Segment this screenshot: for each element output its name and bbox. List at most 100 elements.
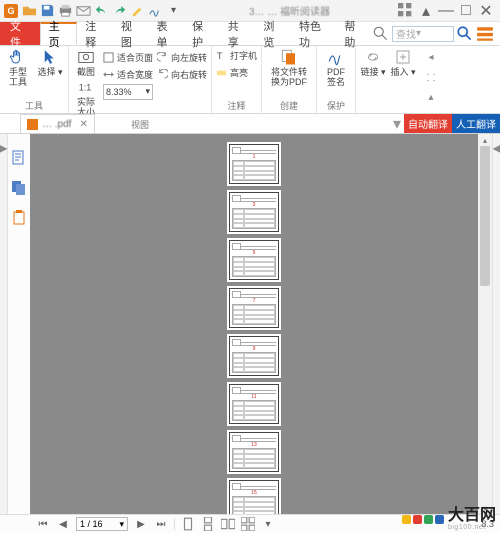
main-area: ▸ 13579111315 ▴ ▾ ◂ <box>0 134 500 514</box>
tab-baohu[interactable]: 保护 <box>184 22 220 45</box>
ribbon-expand-icon[interactable]: ▴ <box>423 89 439 105</box>
view-contfacing-icon[interactable] <box>241 517 255 531</box>
search-input[interactable]: 查找▾ <box>392 26 454 42</box>
insert-tool[interactable]: 插入 ▾ <box>390 48 416 77</box>
highlight-tool[interactable]: 高亮 <box>216 65 248 80</box>
title-bar: G ▾ 3… … 福昕阅读器 ▴ — □ ✕ <box>0 0 500 22</box>
undo-icon[interactable] <box>94 3 109 18</box>
fit-page[interactable]: 适合页面 <box>103 50 153 65</box>
next-page-button[interactable]: ▶ <box>134 517 148 531</box>
auto-translate-button[interactable]: 自动翻译 <box>404 114 452 133</box>
last-page-button[interactable]: ⏭ <box>154 517 168 531</box>
left-collapse-handle[interactable]: ▸ <box>0 134 8 514</box>
doc-tab[interactable]: … .pdf ✕ <box>20 114 95 133</box>
insert-label: 插入 <box>391 67 409 77</box>
select-tool[interactable]: 选择 ▾ <box>36 48 64 77</box>
page-input[interactable]: 1 / 16▾ <box>76 517 128 531</box>
snapshot-tool[interactable]: 截图 <box>73 48 99 77</box>
tab-biaodan[interactable]: 表单 <box>149 22 185 45</box>
svg-text:T: T <box>217 51 223 61</box>
right-collapse-handle[interactable]: ◂ <box>492 134 500 514</box>
group-protect-title: 保护 <box>321 98 351 113</box>
zoom-value: 8.33% <box>106 87 132 97</box>
ribbon-collapse-icon[interactable]: ◂ <box>423 49 439 65</box>
page-thumb[interactable]: 13 <box>229 432 279 472</box>
convert-label: 将文件转 换为PDF <box>271 67 307 87</box>
rotate-right[interactable]: 向右旋转 <box>157 67 207 82</box>
nav-bar: ⏮ ◀ 1 / 16▾ ▶ ⏭ ▾ 8.3 <box>0 514 500 533</box>
page-canvas[interactable]: 13579111315 <box>30 134 478 514</box>
first-page-button[interactable]: ⏮ <box>36 517 50 531</box>
page-thumb[interactable]: 5 <box>229 240 279 280</box>
mail-icon[interactable] <box>76 3 91 18</box>
page-thumb[interactable]: 9 <box>229 336 279 376</box>
view-cont-icon[interactable] <box>201 517 215 531</box>
wc-collapse-icon[interactable]: ▴ <box>418 4 434 18</box>
group-links: 链接 ▾ 插入 ▾ <box>356 46 420 113</box>
prev-page-button[interactable]: ◀ <box>56 517 70 531</box>
tab-zhuye[interactable]: 主页 <box>40 22 78 45</box>
highlight-label: 高亮 <box>230 66 248 79</box>
more-qa-icon[interactable]: ▾ <box>166 3 181 18</box>
tab-zhushi[interactable]: 注释 <box>77 22 113 45</box>
fit-width[interactable]: 适合宽度 <box>103 67 153 82</box>
doc-tabs-dropdown[interactable]: ▾ <box>390 114 404 133</box>
pages-panel-icon[interactable] <box>11 180 27 196</box>
scroll-thumb[interactable] <box>480 146 490 286</box>
bookmark-icon[interactable] <box>11 150 27 166</box>
page-thumb[interactable]: 15 <box>229 480 279 514</box>
redo-icon[interactable] <box>112 3 127 18</box>
scroll-up-icon[interactable]: ▴ <box>478 134 492 146</box>
ribbon-help-icon[interactable]: ⸬ <box>423 69 439 85</box>
select-label: 选择 <box>37 67 55 77</box>
print-icon[interactable] <box>58 3 73 18</box>
highlight-qa-icon[interactable] <box>130 3 145 18</box>
open-icon[interactable] <box>22 3 37 18</box>
close-icon[interactable]: ✕ <box>79 119 87 130</box>
wc-maximize-icon[interactable]: □ <box>458 4 474 18</box>
pdfsign-icon <box>327 48 345 66</box>
convert-to-pdf[interactable]: 将文件转 换为PDF <box>266 48 312 87</box>
search-icon[interactable] <box>372 25 390 43</box>
typewriter-label: 打字机 <box>230 49 257 62</box>
wc-grid-icon[interactable] <box>398 4 414 18</box>
sign-label: PDF 签名 <box>327 67 345 87</box>
actual-size-tool[interactable]: 1:1 实际 大小 <box>73 78 99 117</box>
group-protect: PDF 签名 保护 <box>317 46 356 113</box>
search-area: 查找▾ <box>372 22 500 45</box>
zoom-selector[interactable]: 8.33%▾ <box>103 84 153 99</box>
tab-shitu[interactable]: 视图 <box>113 22 149 45</box>
file-tab[interactable]: 文件 <box>0 22 40 45</box>
tab-gongxiang[interactable]: 共享 <box>220 22 256 45</box>
wc-close-icon[interactable]: ✕ <box>478 4 494 18</box>
convert-icon <box>280 48 298 66</box>
tab-tesegn[interactable]: 特色功 <box>291 22 336 45</box>
search-go-icon[interactable] <box>456 25 474 43</box>
tab-liulan[interactable]: 浏览 <box>255 22 291 45</box>
page-thumb[interactable]: 7 <box>229 288 279 328</box>
pdf-icon <box>27 119 38 130</box>
hand-label: 手型 工具 <box>9 67 27 87</box>
advanced-search-icon[interactable] <box>476 25 494 43</box>
scroll-down-icon[interactable]: ▾ <box>478 502 492 514</box>
typewriter-tool[interactable]: T 打字机 <box>216 48 257 63</box>
clipboard-icon[interactable] <box>11 210 27 226</box>
tab-bangzhu[interactable]: 帮助 <box>336 22 372 45</box>
page-thumb[interactable]: 3 <box>229 192 279 232</box>
rotateright-icon <box>157 69 168 80</box>
view-facing-icon[interactable] <box>221 517 235 531</box>
svg-text:1:1: 1:1 <box>79 83 92 93</box>
page-thumb[interactable]: 1 <box>229 144 279 184</box>
pdf-sign[interactable]: PDF 签名 <box>321 48 351 87</box>
page-thumb[interactable]: 11 <box>229 384 279 424</box>
sign-qa-icon[interactable] <box>148 3 163 18</box>
wc-minimize-icon[interactable]: — <box>438 4 454 18</box>
manual-translate-button[interactable]: 人工翻译 <box>452 114 500 133</box>
hand-tool[interactable]: 手型 工具 <box>4 48 32 87</box>
view-single-icon[interactable] <box>181 517 195 531</box>
save-icon[interactable] <box>40 3 55 18</box>
vertical-scrollbar[interactable]: ▴ ▾ <box>478 134 492 514</box>
view-more-icon[interactable]: ▾ <box>261 517 275 531</box>
rotate-left[interactable]: 向左旋转 <box>157 50 207 65</box>
link-tool[interactable]: 链接 ▾ <box>360 48 386 77</box>
